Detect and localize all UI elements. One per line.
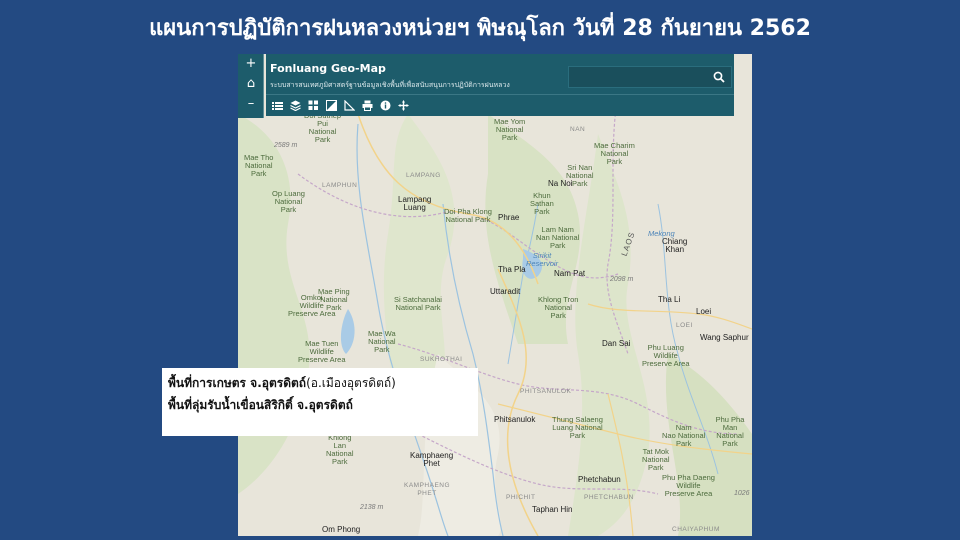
map-label: Omkoi Wildlife Preserve Area bbox=[288, 293, 336, 318]
map-label: Thung Salaeng Luang National Park bbox=[552, 415, 603, 440]
map-toolbar bbox=[266, 94, 734, 116]
search-input[interactable] bbox=[569, 67, 707, 87]
info-tool-button[interactable] bbox=[378, 98, 393, 113]
app-title: Fonluang Geo-Map bbox=[270, 62, 386, 75]
map-label: Uttaradit bbox=[490, 287, 521, 296]
legend-textbox: พื้นที่การเกษตร จ.อุตรดิตถ์(อ.เมืองอุตรด… bbox=[162, 368, 478, 436]
map-label: Khun Sathan Park bbox=[530, 191, 554, 216]
map-label: KAMPHAENG PHET bbox=[404, 482, 451, 497]
measure-icon bbox=[344, 100, 355, 111]
map-label: Mae Yom National Park bbox=[494, 117, 526, 142]
map-label: Tha Pla bbox=[498, 265, 526, 274]
map-label: Wang Saphur bbox=[700, 333, 749, 342]
contrast-icon bbox=[326, 100, 337, 111]
map-label: CHAIYAPHUM bbox=[672, 526, 720, 533]
map-label: Nam Pat bbox=[554, 269, 586, 278]
layers-tool-button[interactable] bbox=[288, 98, 303, 113]
map-label: Si Satchanalai National Park bbox=[394, 295, 442, 312]
search-icon bbox=[713, 71, 725, 83]
zoom-out-button[interactable]: – bbox=[238, 94, 264, 114]
legend-line-1-bold: พื้นที่การเกษตร จ.อุตรดิตถ์ bbox=[168, 376, 307, 390]
map-label: SUKHOTHAI bbox=[420, 356, 463, 363]
map-label: Phu Pha Man National Park bbox=[715, 415, 745, 448]
map-label: Na Noi bbox=[548, 179, 573, 188]
map-label: LOEI bbox=[676, 322, 693, 329]
print-tool-button[interactable] bbox=[360, 98, 375, 113]
search-box bbox=[568, 66, 732, 88]
measure-tool-button[interactable] bbox=[342, 98, 357, 113]
map-label: Mae Tuen Wildlife Preserve Area bbox=[298, 339, 346, 364]
map-label: Sirikit Reservoir bbox=[526, 251, 559, 268]
map-label: Op Luang National Park bbox=[272, 189, 305, 214]
map-label: Om Phong bbox=[322, 525, 361, 534]
legend-line-1: พื้นที่การเกษตร จ.อุตรดิตถ์(อ.เมืองอุตรด… bbox=[168, 372, 472, 394]
map-label: PHETCHABUN bbox=[584, 494, 634, 501]
map-label: 2098 m bbox=[610, 276, 634, 283]
map-label: LAMPANG bbox=[406, 172, 441, 179]
map-label: Mae Tho National Park bbox=[244, 153, 274, 178]
map-label: Dan Sai bbox=[602, 339, 631, 348]
info-icon bbox=[380, 100, 391, 111]
navigate-icon bbox=[398, 100, 409, 111]
zoom-in-button[interactable]: + bbox=[238, 54, 264, 74]
map-label: Khlong Tron National Park bbox=[538, 295, 579, 320]
map-label: Phitsanulok bbox=[494, 415, 536, 424]
print-icon bbox=[362, 100, 373, 111]
map-label: Khlong Lan National Park bbox=[326, 433, 354, 466]
map-label: 2138 m bbox=[360, 504, 384, 511]
zoom-controls: + ⌂ – bbox=[238, 54, 264, 118]
map-label: Phrae bbox=[498, 213, 520, 222]
map-label: Phu Luang Wildlife Preserve Area bbox=[642, 343, 690, 368]
map-label: Nam Nao National Park bbox=[662, 423, 706, 448]
map-label: Taphan Hin bbox=[532, 505, 573, 514]
map-label: 2589 m bbox=[274, 142, 298, 149]
map-label: Tha Li bbox=[658, 295, 681, 304]
map-label: Mae Wa National Park bbox=[368, 329, 396, 354]
swipe-tool-button[interactable] bbox=[324, 98, 339, 113]
map-label: Phetchabun bbox=[578, 475, 621, 484]
map-label: PHITSANULOK bbox=[520, 388, 572, 395]
map-label: Doi Suthep Pui National Park bbox=[304, 112, 341, 144]
basemap-icon bbox=[308, 100, 318, 110]
map-label: Mae Charim National Park bbox=[594, 141, 635, 166]
search-button[interactable] bbox=[707, 67, 731, 87]
home-button[interactable]: ⌂ bbox=[238, 74, 264, 94]
map-label: Phu Pha Daeng Wildlife Preserve Area bbox=[662, 473, 715, 498]
map-label: Loei bbox=[696, 307, 712, 316]
map-label: Lam Nam Nan National Park bbox=[536, 225, 580, 250]
app-header: Fonluang Geo-Map ระบบสารสนเทศภูมิศาสตร์ฐ… bbox=[266, 54, 734, 94]
map-label: 1026 bbox=[734, 490, 750, 497]
map-view[interactable]: Doi Suthep Pui National Park 2589 m Mae … bbox=[238, 54, 752, 536]
basemap-tool-button[interactable] bbox=[306, 98, 321, 113]
map-label: PHICHIT bbox=[506, 494, 536, 501]
slide-title: แผนการปฏิบัติการฝนหลวงหน่วยฯ พิษณุโลก วั… bbox=[149, 16, 811, 41]
map-label: Doi Pha Klong National Park bbox=[444, 207, 492, 224]
map-label: Lampang Luang bbox=[398, 195, 432, 212]
legend-line-2: พื้นที่ลุ่มรับน้ำเขื่อนสิริกิติ์ จ.อุตรด… bbox=[168, 398, 353, 412]
layers-icon bbox=[290, 100, 301, 111]
map-label: Kamphaeng Phet bbox=[410, 451, 454, 468]
map-label: Chiang Khan bbox=[662, 237, 688, 254]
list-icon bbox=[272, 101, 283, 110]
legend-line-1-normal: (อ.เมืองอุตรดิตถ์) bbox=[306, 376, 396, 390]
app-subtitle: ระบบสารสนเทศภูมิศาสตร์ฐานข้อมูลเชิงพื้นท… bbox=[270, 81, 510, 89]
map-label: NAN bbox=[570, 126, 586, 133]
navigate-tool-button[interactable] bbox=[396, 98, 411, 113]
map-label: Tat Mok National Park bbox=[642, 447, 670, 472]
map-label: LAMPHUN bbox=[322, 182, 358, 189]
legend-tool-button[interactable] bbox=[270, 98, 285, 113]
